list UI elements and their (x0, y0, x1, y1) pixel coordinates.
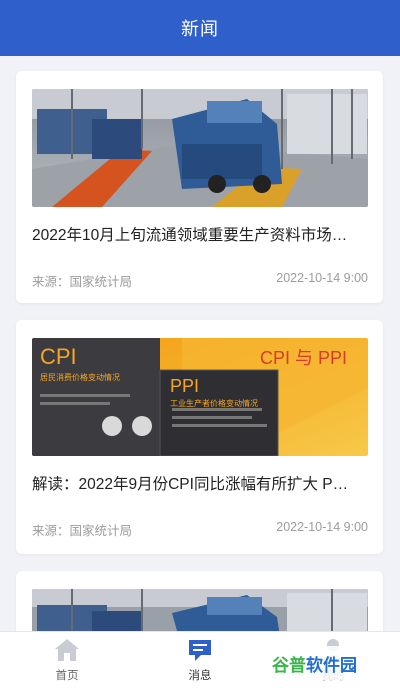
infographic-cpi-label: CPI (40, 344, 77, 369)
news-date: 2022-10-14 9:00 (276, 520, 368, 534)
truck-assembly-image (32, 589, 368, 631)
news-source: 来源：国家统计局 (32, 524, 133, 538)
nav-messages-label: 消息 (188, 670, 212, 682)
news-title[interactable]: 2022年10月上旬流通领域重要生产资料市场… (32, 223, 370, 245)
page-title: 新闻 (181, 19, 219, 40)
message-icon (189, 640, 211, 661)
app-header: 新闻 (0, 0, 400, 56)
news-thumbnail-cpi-ppi: CPI 居民消费价格变动情况 PPI 工业生产者价格变动情况 CPI 与 PPI (32, 338, 368, 456)
infographic-cpi-sub: 居民消费价格变动情况 (40, 373, 120, 382)
news-card[interactable]: 2022年10月上旬流通领域重要生产资料市场… 来源：国家统计局 2022-10… (16, 71, 383, 303)
news-title[interactable]: 解读：2022年9月份CPI同比涨幅有所扩大 P… (32, 472, 370, 494)
truck-assembly-image (32, 89, 368, 207)
news-card[interactable] (16, 571, 383, 631)
watermark-logo: 谷普 软件园 (272, 646, 392, 680)
nav-messages[interactable]: 消息 (150, 632, 250, 688)
news-date: 2022-10-14 9:00 (276, 271, 368, 285)
news-thumbnail-truck (32, 589, 368, 631)
watermark-text-green: 谷普 (272, 655, 306, 676)
infographic-ppi-label: PPI (170, 376, 200, 396)
home-icon (55, 639, 79, 661)
nav-home[interactable]: 首页 (17, 632, 117, 688)
infographic-banner: CPI 与 PPI (260, 348, 348, 368)
news-card[interactable]: CPI 居民消费价格变动情况 PPI 工业生产者价格变动情况 CPI 与 PPI… (16, 320, 383, 554)
infographic-ppi-sub: 工业生产者价格变动情况 (170, 399, 258, 408)
nav-home-label: 首页 (55, 670, 79, 682)
watermark-text-blue: 软件园 (306, 655, 357, 676)
news-source: 来源：国家统计局 (32, 275, 133, 289)
news-thumbnail-truck (32, 89, 368, 207)
news-feed[interactable]: 2022年10月上旬流通领域重要生产资料市场… 来源：国家统计局 2022-10… (0, 56, 400, 631)
